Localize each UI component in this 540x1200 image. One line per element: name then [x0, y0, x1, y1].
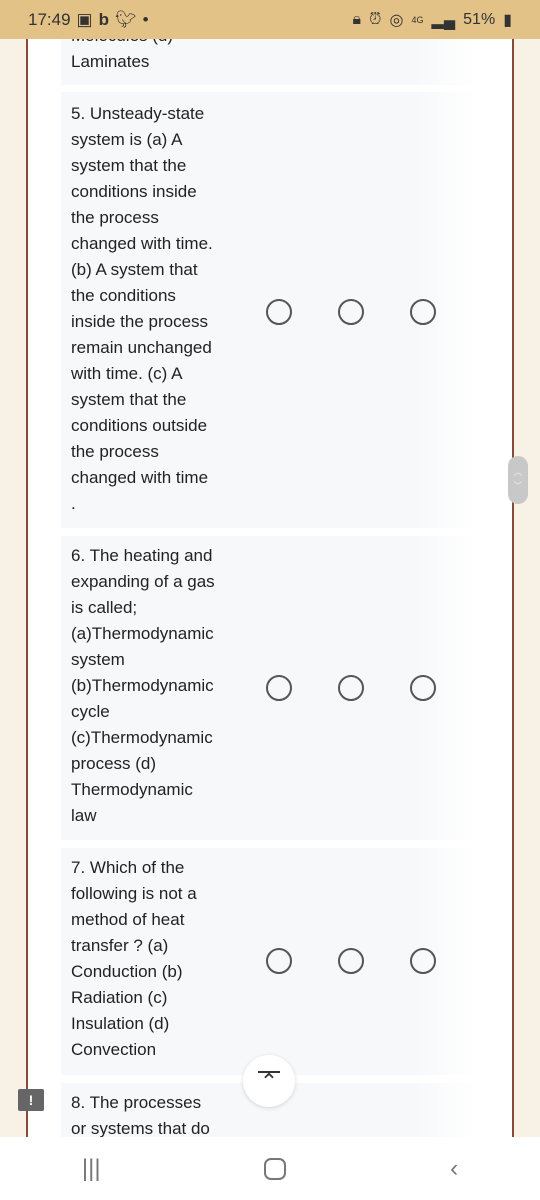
battery-icon: ▮: [503, 11, 512, 29]
question-line: 8. The processes: [71, 1093, 202, 1112]
battery-percent: 51%: [463, 10, 496, 28]
question-line: the conditions: [71, 286, 176, 305]
question-text: Molecules (d) Laminates: [71, 39, 173, 75]
feedback-icon[interactable]: !: [18, 1089, 44, 1111]
form-card: Molecules (d) Laminates 5. Unsteady-state…: [26, 39, 514, 1137]
question-line: 6. The heating and: [71, 546, 213, 565]
scroll-to-top-button[interactable]: ⌃: [243, 1055, 295, 1107]
question-line: conditions inside: [71, 182, 197, 201]
question-line: remain unchanged: [71, 338, 212, 357]
radio-option-2[interactable]: [338, 948, 364, 974]
question-line: law: [71, 806, 97, 825]
clock: 17:49: [28, 9, 71, 29]
b-app-icon: b: [98, 9, 109, 29]
radio-option-3[interactable]: [410, 675, 436, 701]
question-line: (a)Thermodynamic: [71, 624, 214, 643]
twitter-icon: 🐦︎: [115, 9, 137, 29]
chevron-up-bar-icon: ⌃: [257, 1069, 281, 1094]
hotspot-icon: ◎: [389, 11, 404, 29]
navigation-bar: ||| ‹: [0, 1137, 540, 1200]
question-line: Convection: [71, 1040, 157, 1059]
question-line: is called;: [71, 598, 138, 617]
question-line: with time. (c) A: [71, 364, 183, 383]
question-line: 5. Unsteady-state: [71, 104, 205, 123]
question-line: Laminates: [71, 52, 150, 71]
network-label: 4G: [411, 14, 424, 25]
question-line: or systems that do: [71, 1119, 210, 1137]
question-line: Conduction (b): [71, 962, 183, 981]
question-line: process (d): [71, 754, 157, 773]
question-line: (b)Thermodynamic: [71, 676, 214, 695]
question-line: Insulation (d): [71, 1014, 170, 1033]
question-line: system is (a) A: [71, 130, 183, 149]
question-line: method of heat: [71, 910, 185, 929]
question-line: changed with time: [71, 468, 209, 487]
radio-option-2[interactable]: [338, 299, 364, 325]
dot-icon: •: [142, 9, 149, 29]
scrollbar-handle[interactable]: ︿ ﹀: [508, 456, 528, 504]
question-line: system that the: [71, 390, 187, 409]
question-line: transfer ? (a): [71, 936, 169, 955]
radio-option-3[interactable]: [410, 299, 436, 325]
question-row-5: 5. Unsteady-state system is (a) A system t…: [61, 92, 477, 528]
question-line: expanding of a gas: [71, 572, 215, 591]
question-text: 7. Which of the following is not a method …: [71, 855, 197, 1063]
radio-option-3[interactable]: [410, 948, 436, 974]
question-row-prev: Molecules (d) Laminates: [61, 39, 477, 85]
question-line: inside the process: [71, 312, 209, 331]
radio-option-1[interactable]: [266, 675, 292, 701]
question-line: 7. Which of the: [71, 858, 185, 877]
question-row-7: 7. Which of the following is not a method …: [61, 848, 477, 1075]
gallery-icon: ▣: [76, 9, 93, 29]
question-line: system: [71, 650, 125, 669]
question-text: 5. Unsteady-state system is (a) A system t…: [71, 101, 213, 517]
question-text: 8. The processes or systems that do: [71, 1090, 210, 1137]
home-icon[interactable]: [264, 1157, 287, 1180]
question-line: system that the: [71, 156, 187, 175]
question-line: (b) A system that: [71, 260, 198, 279]
question-line: cycle: [71, 702, 110, 721]
question-text: 6. The heating and expanding of a gas is c…: [71, 543, 215, 829]
question-line: conditions outside: [71, 416, 208, 435]
radio-option-1[interactable]: [266, 299, 292, 325]
question-line: following is not a: [71, 884, 197, 903]
question-line: Radiation (c): [71, 988, 168, 1007]
signal-icon: ▂▄: [431, 11, 456, 29]
alarm-icon: ⏰︎: [369, 10, 382, 28]
question-row-6: 6. The heating and expanding of a gas is c…: [61, 536, 477, 840]
question-line: the process: [71, 208, 159, 227]
question-line: .: [71, 494, 76, 513]
question-line: Molecules (d): [71, 39, 173, 49]
question-line: changed with time.: [71, 234, 213, 253]
back-icon[interactable]: ‹: [450, 1155, 458, 1183]
lock-icon: 🔒︎: [352, 10, 362, 28]
question-line: the process: [71, 442, 159, 461]
radio-option-2[interactable]: [338, 675, 364, 701]
radio-option-1[interactable]: [266, 948, 292, 974]
recents-icon[interactable]: |||: [82, 1155, 101, 1183]
status-bar: 17:49 ▣ b 🐦︎ • 🔒︎ ⏰︎ ◎ 4G ▂▄ 51% ▮: [0, 0, 540, 39]
question-line: (c)Thermodynamic: [71, 728, 213, 747]
question-line: Thermodynamic: [71, 780, 193, 799]
